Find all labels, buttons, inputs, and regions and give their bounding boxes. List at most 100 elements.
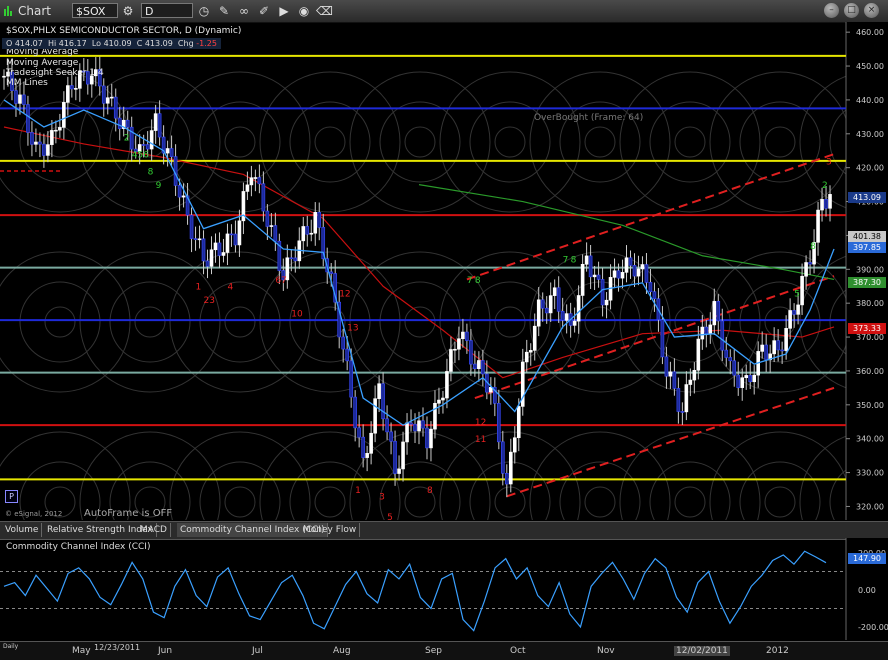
minimize-icon[interactable]: – [824, 3, 839, 18]
time-axis[interactable]: Daily May 12/23/2011 Jun Jul Aug Sep Oct… [0, 641, 888, 660]
candle-up [54, 129, 58, 132]
seeker-count-green: 5 [794, 289, 800, 299]
cycle-circle [199, 461, 281, 520]
candle-down [261, 183, 266, 212]
candle-up [165, 148, 170, 154]
candle-down [357, 427, 361, 438]
y-tick-label: 380.00 [856, 299, 884, 308]
tab-volume[interactable]: Volume [2, 523, 43, 537]
p-button[interactable]: P [5, 490, 18, 503]
candle-down [385, 418, 389, 433]
cycle-circle [44, 306, 76, 338]
symbol-input[interactable]: $SOX [72, 3, 118, 18]
cycle-circle [529, 251, 671, 393]
play-icon[interactable]: ▶ [276, 3, 292, 19]
candle-up [624, 257, 629, 273]
candle-down [672, 371, 677, 389]
candle-down [113, 96, 118, 119]
candle-up [640, 264, 645, 270]
gear-icon[interactable]: ⚙ [120, 3, 136, 19]
autoframe-label: AutoFrame is OFF [84, 508, 173, 519]
candle-up [197, 238, 202, 241]
cycle-circle [709, 251, 851, 393]
candle-down [257, 177, 262, 185]
candle-down [393, 440, 397, 474]
cycle-circle [649, 101, 731, 183]
cycle-circle [674, 126, 706, 158]
candle-up [712, 301, 717, 326]
candle-up [46, 144, 50, 156]
cycle-circle [494, 126, 526, 158]
candle-down [317, 212, 322, 228]
candle-up [612, 270, 617, 278]
seeker-count-green: 7 [563, 256, 569, 266]
close-icon[interactable]: × [864, 3, 879, 18]
candle-down [736, 374, 741, 388]
candle-up [74, 88, 78, 90]
candle-up [508, 451, 513, 485]
candle-down [353, 396, 357, 429]
target-icon[interactable]: ◉ [296, 3, 312, 19]
tab-money-flow[interactable]: Money Flow [300, 523, 361, 537]
month-label: 2012 [766, 646, 789, 656]
cycle-circle [494, 306, 526, 338]
candle-up [477, 360, 481, 369]
candle-up [744, 375, 749, 379]
candle-up [512, 437, 517, 453]
seeker-count-red: 5 [387, 513, 393, 520]
candle-down [305, 226, 310, 235]
tab-macd[interactable]: MACD [137, 523, 171, 537]
clock-icon[interactable]: ◷ [196, 3, 212, 19]
cycle-circle [559, 461, 641, 520]
cycle-circle [259, 71, 401, 213]
candle-down [177, 185, 182, 198]
interval-input[interactable]: D [141, 3, 193, 18]
candle-down [473, 363, 477, 369]
title-bar: Chart $SOX ⚙ D ◷ ✎ ∞ ✐ ▶ ◉ ⌫ – □ × [0, 0, 888, 23]
seeker-count-green: 9 [156, 181, 162, 191]
candle-down [664, 356, 669, 377]
candle-down [14, 90, 18, 104]
candle-down [273, 225, 278, 242]
candle-down [409, 422, 413, 425]
cci-chart[interactable]: -200.000.00200.00 [0, 538, 888, 640]
pencil-icon[interactable]: ✎ [216, 3, 232, 19]
candle-down [644, 264, 649, 283]
seeker-count-red: 12 [339, 289, 350, 299]
study-label: MM Lines [6, 78, 48, 89]
candle-up [34, 141, 38, 145]
eraser-icon[interactable]: ⌫ [316, 3, 333, 19]
candle-down [780, 349, 784, 352]
seeker-count-red: 8 [427, 486, 433, 496]
candle-down [728, 357, 733, 362]
candle-down [217, 242, 222, 256]
price-tag: 397.85 [848, 242, 886, 253]
candle-down [38, 141, 42, 145]
candle-down [776, 340, 780, 351]
price-chart[interactable]: 320.00 330.00 340.00 350.00 360.00 370.00 380.… [0, 22, 888, 520]
link-icon[interactable]: ∞ [236, 3, 252, 19]
candle-down [341, 336, 345, 350]
maximize-icon[interactable]: □ [844, 3, 859, 18]
cci-tick-label: -200.00 [858, 623, 888, 632]
candle-down [497, 402, 501, 443]
price-tag: 401.38 [848, 231, 886, 242]
candle-up [828, 194, 832, 209]
candle-up [636, 268, 641, 277]
price-tag: 373.33 [848, 323, 886, 334]
candle-down [596, 274, 601, 280]
ohlc-readout: O 414.07 Hi 416.17 Lo 410.09 C 413.09 Ch… [2, 38, 221, 49]
candle-up [820, 199, 824, 211]
candle-up [301, 226, 306, 242]
candle-down [233, 233, 238, 246]
seeker-count-red: 3 [826, 157, 832, 167]
price-tag: 387.30 [848, 277, 886, 288]
candle-up [58, 127, 62, 131]
symbol-description: $SOX,PHLX SEMICONDUCTOR SECTOR, D (Dynam… [6, 26, 242, 36]
candle-down [201, 238, 206, 262]
candle-up [209, 249, 214, 267]
seeker-count-red: 1 [196, 283, 202, 293]
candle-up [752, 374, 757, 383]
edit-icon[interactable]: ✐ [256, 3, 272, 19]
chart-legend: $SOX,PHLX SEMICONDUCTOR SECTOR, D (Dynam… [6, 26, 241, 88]
